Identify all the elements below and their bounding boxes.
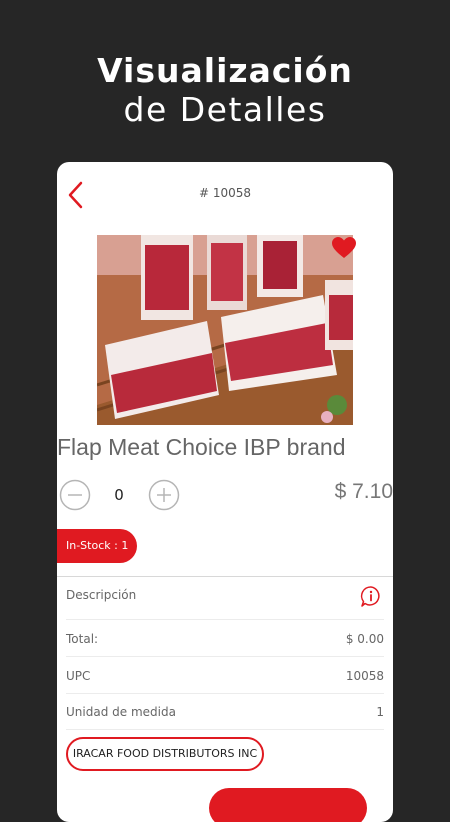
minus-circle-icon[interactable] bbox=[59, 479, 91, 511]
screen-headline: Visualización de Detalles bbox=[0, 52, 450, 130]
row-divider bbox=[66, 693, 384, 694]
headline-line-1: Visualización bbox=[97, 51, 353, 90]
detail-value: 1 bbox=[376, 705, 384, 719]
heart-icon[interactable] bbox=[331, 236, 357, 260]
product-detail-card: # 10058 Flap Meat Choice IBP brand 0 $ 7… bbox=[57, 162, 393, 822]
product-price: $ 7.10 bbox=[334, 480, 393, 503]
detail-value: 10058 bbox=[345, 669, 384, 683]
row-divider bbox=[66, 619, 384, 620]
row-divider bbox=[66, 729, 384, 730]
distributor-chip[interactable]: IRACAR FOOD DISTRIBUTORS INC bbox=[66, 737, 264, 771]
detail-label: Total: bbox=[66, 632, 99, 646]
info-icon[interactable] bbox=[360, 585, 382, 607]
order-number: # 10058 bbox=[198, 186, 252, 200]
row-divider bbox=[66, 656, 384, 657]
detail-value: $ 0.00 bbox=[345, 632, 384, 646]
description-label: Descripción bbox=[66, 588, 137, 602]
headline-line-2: de Detalles bbox=[123, 90, 327, 129]
product-image bbox=[97, 235, 353, 425]
detail-label: Unidad de medida bbox=[66, 705, 176, 719]
add-to-cart-button[interactable] bbox=[209, 788, 367, 822]
detail-label: UPC bbox=[66, 669, 91, 683]
in-stock-badge: In-Stock : 1 bbox=[57, 529, 137, 563]
plus-circle-icon[interactable] bbox=[148, 479, 180, 511]
section-divider bbox=[57, 576, 393, 577]
product-title: Flap Meat Choice IBP brand bbox=[57, 434, 346, 460]
quantity-value: 0 bbox=[114, 486, 124, 504]
